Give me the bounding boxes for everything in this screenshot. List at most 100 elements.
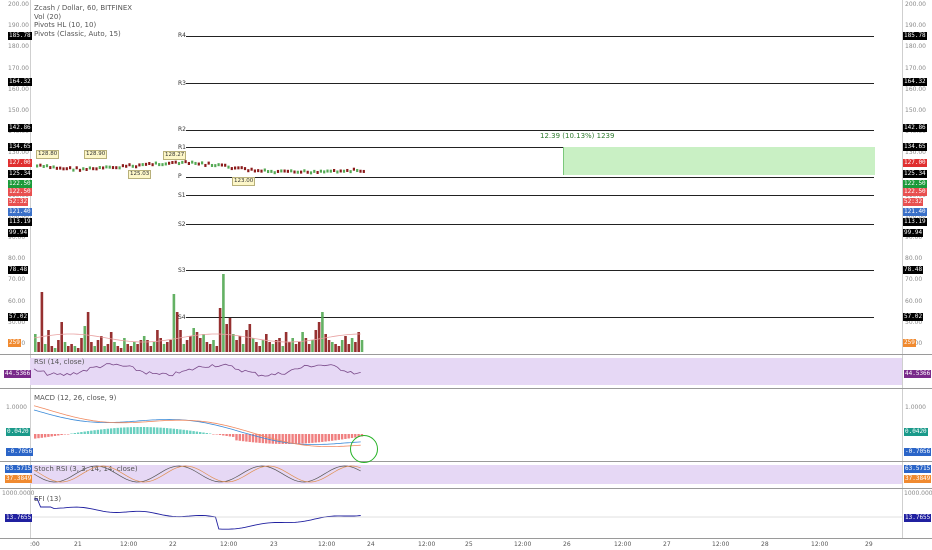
price-badge-r: 121.40 (903, 208, 927, 216)
volume-bar (43, 344, 47, 352)
candle (263, 168, 266, 172)
volume-bar (357, 332, 360, 352)
macd-tick-top-left: 1.0000 (6, 404, 27, 411)
volume-bar (67, 346, 70, 352)
candle (92, 167, 95, 171)
macd-signal-right: -0.7056 (904, 448, 932, 456)
price-badge-l: 125.34 (8, 170, 32, 178)
candle (62, 167, 65, 171)
candle (55, 166, 58, 170)
volume-bar (261, 340, 265, 352)
price-tick-l: 160.00 (8, 85, 29, 93)
volume-bar (324, 334, 327, 352)
candle (293, 170, 296, 174)
time-axis-label: 12:00 (220, 541, 238, 548)
volume-bar (235, 340, 238, 352)
macd-value-left: 0.0420 (6, 428, 30, 436)
candle (148, 162, 151, 166)
volume-bar (251, 338, 255, 352)
candle (59, 166, 62, 170)
volume-bar (317, 322, 321, 352)
efi-tick-right: 1000.0000 (904, 490, 932, 497)
volume-bar (301, 332, 304, 352)
volume-bar (53, 348, 57, 352)
time-axis-label: 28 (761, 541, 769, 548)
candle (191, 160, 194, 164)
macd-hist-bar (298, 434, 301, 444)
candle (85, 168, 88, 172)
macd-hist-bar (149, 427, 152, 434)
macd-highlight-circle[interactable] (350, 435, 378, 463)
volume-bar (258, 346, 261, 352)
volume-bar (347, 344, 351, 352)
candle (111, 166, 115, 170)
candle (356, 169, 359, 173)
price-tick-l: 150.00 (8, 106, 29, 114)
price-tick-l: 200.00 (8, 1, 29, 8)
price-tick-r: 160.00 (905, 85, 926, 93)
price-tick-r: 170.00 (905, 64, 926, 72)
rsi-line (33, 363, 361, 377)
macd-hist-bar (208, 433, 212, 435)
volume-bar (86, 312, 90, 352)
volume-bar (93, 346, 96, 352)
volume-bar (96, 340, 100, 352)
hl-label-5: 123.00 (232, 177, 256, 186)
macd-hist-bar (192, 431, 195, 434)
time-axis-label: 12:00 (418, 541, 436, 548)
macd-hist-bar (215, 434, 218, 435)
price-tick-r: 80.00 (905, 255, 923, 263)
volume-bar (288, 342, 291, 352)
volume-bar (57, 340, 60, 352)
time-axis-label: 12:00 (712, 541, 730, 548)
candle (204, 163, 207, 167)
time-axis-label: 23 (270, 541, 278, 548)
volume-bar (215, 346, 219, 352)
macd-hist-bar (57, 434, 60, 436)
candle (359, 169, 362, 173)
candle (138, 163, 141, 167)
time-axis-label: :00 (30, 541, 40, 548)
candle (158, 163, 161, 167)
macd-hist-bar (179, 429, 182, 434)
volume-bar (245, 330, 248, 352)
volume-bar (60, 322, 63, 352)
candle (280, 169, 283, 173)
macd-hist-bar (37, 434, 40, 439)
volume-bar (175, 312, 179, 352)
price-badge-r: 78.48 (903, 266, 924, 274)
candle (227, 165, 230, 169)
macd-hist-bar (103, 429, 106, 434)
time-axis-label: 26 (563, 541, 571, 548)
candle (78, 168, 82, 172)
macd-hist-bar (100, 429, 103, 434)
macd-hist-bar (76, 432, 80, 434)
volume-bar (354, 342, 357, 352)
volume-bar (350, 338, 354, 352)
candle (214, 164, 217, 168)
macd-hist-bar (199, 432, 202, 434)
macd-hist-bar (129, 427, 133, 434)
macd-hist-bar (212, 434, 215, 435)
volume-bar (90, 342, 93, 352)
volume-bar (218, 308, 222, 352)
macd-hist-bar (195, 431, 199, 434)
price-tick-l: 60.00 (8, 297, 26, 305)
candle (306, 170, 309, 174)
volume-bar (265, 334, 268, 352)
macd-hist-bar (70, 433, 73, 435)
price-tick-r: 200.00 (905, 1, 926, 8)
rsi-value-right: 44.5366 (904, 370, 932, 378)
price-chart-svg[interactable] (30, 0, 902, 355)
macd-hist-bar (90, 430, 93, 434)
price-tick-r: 70.00 (905, 276, 923, 284)
macd-hist-bar (109, 428, 113, 434)
macd-hist-bar (185, 430, 189, 434)
candle (52, 165, 55, 169)
volume-bar (40, 292, 44, 352)
candle (118, 166, 121, 170)
volume-bar (103, 346, 106, 352)
candle (201, 161, 204, 165)
candle (181, 160, 184, 164)
time-axis-label: 25 (465, 541, 473, 548)
